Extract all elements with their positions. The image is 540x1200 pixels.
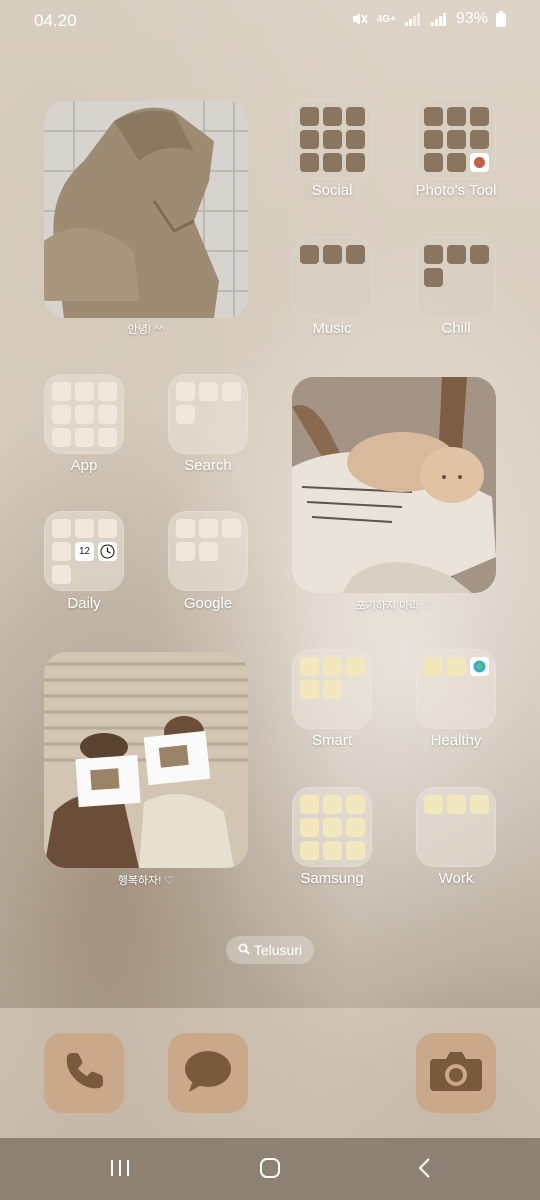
health-app-icon xyxy=(470,657,489,676)
camera-icon xyxy=(428,1049,484,1098)
search-pill[interactable]: Telusuri xyxy=(226,936,314,964)
couple-photo xyxy=(44,652,248,868)
recents-button[interactable] xyxy=(106,1156,134,1184)
home-icon xyxy=(259,1157,281,1184)
hoodie-photo xyxy=(44,101,248,318)
widget-caption-cat: 포기하지 마라 ♡ xyxy=(355,600,433,612)
phone-app-button[interactable] xyxy=(44,1033,124,1113)
folder-label-search: Search xyxy=(184,457,232,474)
folder-search[interactable] xyxy=(168,374,248,454)
message-icon xyxy=(183,1048,233,1099)
folder-label-social: Social xyxy=(311,182,353,199)
folder-healthy[interactable] xyxy=(416,649,496,729)
search-pill-label: Telusuri xyxy=(253,942,303,958)
folder-label-samsung: Samsung xyxy=(300,870,364,887)
messages-app-button[interactable] xyxy=(168,1033,248,1113)
folder-label-work: Work xyxy=(438,870,474,887)
folder-label-photos-tool: Photo's Tool xyxy=(415,182,497,199)
photo-widget-cat[interactable] xyxy=(292,377,496,593)
phone-icon xyxy=(62,1049,106,1098)
folder-label-daily: Daily xyxy=(67,595,101,612)
signal-icon-2 xyxy=(430,12,448,26)
folder-label-app: App xyxy=(70,457,98,474)
folder-label-smart: Smart xyxy=(311,732,352,749)
widget-caption-hoodie: 안녕! ^^ xyxy=(127,324,165,336)
folder-daily[interactable]: 12 xyxy=(44,511,124,591)
battery-percent: 93% xyxy=(455,10,488,27)
folder-work[interactable] xyxy=(416,787,496,867)
navigation-bar xyxy=(0,1138,540,1200)
folder-music[interactable] xyxy=(292,237,372,317)
back-button[interactable] xyxy=(410,1156,438,1184)
app-badge-icon xyxy=(470,153,489,172)
battery-icon xyxy=(496,11,506,27)
back-icon xyxy=(417,1157,431,1184)
cat-photo xyxy=(292,377,496,593)
camera-app-button[interactable] xyxy=(416,1033,496,1113)
signal-icon xyxy=(404,12,422,26)
folder-photos-tool[interactable] xyxy=(416,99,496,179)
folder-label-music: Music xyxy=(312,320,352,337)
folder-label-healthy: Healthy xyxy=(430,732,482,749)
folder-social[interactable] xyxy=(292,99,372,179)
clock: 04.20 xyxy=(34,11,77,30)
folder-app[interactable] xyxy=(44,374,124,454)
folder-label-chill: Chill xyxy=(441,320,471,337)
search-icon xyxy=(238,942,250,958)
status-bar: 04.20 4G+ 93% xyxy=(0,0,540,40)
folder-chill[interactable] xyxy=(416,237,496,317)
mute-icon xyxy=(351,11,369,27)
calendar-icon: 12 xyxy=(75,542,94,561)
folder-label-google: Google xyxy=(183,595,233,612)
folder-smart[interactable] xyxy=(292,649,372,729)
network-label: 4G+ xyxy=(376,13,396,25)
clock-icon xyxy=(98,542,117,561)
folder-google[interactable] xyxy=(168,511,248,591)
widget-caption-couple: 행복하자! ♡ xyxy=(117,875,175,887)
home-button[interactable] xyxy=(256,1156,284,1184)
recents-icon xyxy=(109,1158,131,1183)
photo-widget-hoodie[interactable] xyxy=(44,101,248,318)
folder-samsung[interactable] xyxy=(292,787,372,867)
photo-widget-couple[interactable] xyxy=(44,652,248,868)
status-icons: 4G+ 93% xyxy=(351,10,506,28)
